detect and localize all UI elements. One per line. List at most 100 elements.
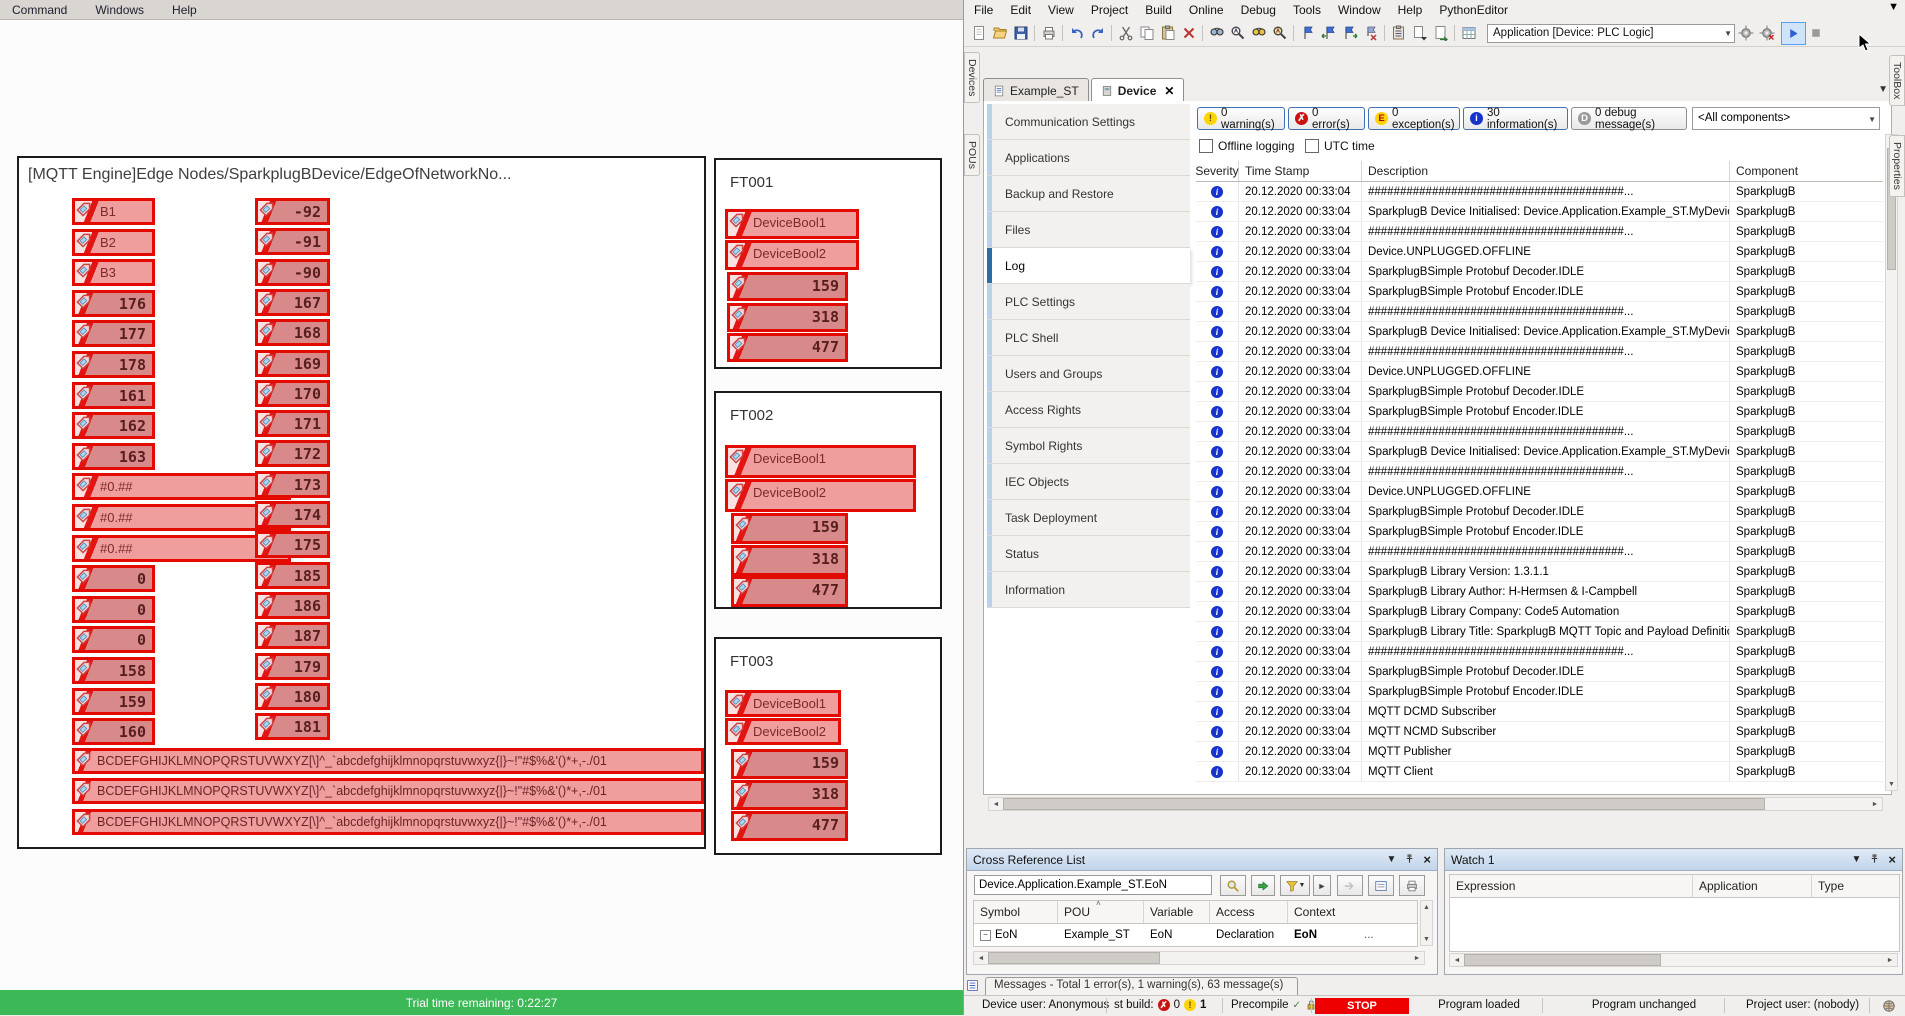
col-context[interactable]: Context — [1288, 901, 1388, 923]
log-row[interactable]: i20.12.2020 00:33:04SparkplugBSimple Pro… — [1196, 522, 1883, 542]
tab-device[interactable]: Device✕ — [1091, 78, 1185, 102]
tag-col1-177[interactable]: 177 — [72, 320, 155, 347]
tag-col2-185[interactable]: 185 — [255, 562, 330, 589]
log-row[interactable]: i20.12.2020 00:33:04SparkplugB Library C… — [1196, 602, 1883, 622]
log-row[interactable]: i20.12.2020 00:33:04SparkplugB Library T… — [1196, 622, 1883, 642]
bookmark-prev-icon[interactable] — [1318, 24, 1339, 43]
tag-col2-172[interactable]: 172 — [255, 440, 330, 467]
log-filter-warning[interactable]: !0 warning(s) — [1197, 107, 1285, 130]
cross-reference-hscrollbar[interactable]: ◄ ► — [973, 951, 1425, 965]
menu-view[interactable]: View — [1048, 3, 1074, 17]
tag-col2-179[interactable]: 179 — [255, 653, 330, 680]
watch-hscrollbar[interactable]: ◄ ► — [1449, 953, 1898, 967]
checkbox-icon[interactable] — [1305, 139, 1319, 153]
tag-col2-175[interactable]: 175 — [255, 531, 330, 558]
login-gear-icon[interactable] — [1735, 24, 1756, 43]
tab-example_st[interactable]: Example_ST — [983, 78, 1089, 102]
bookmark-toggle-icon[interactable] — [1297, 24, 1318, 43]
close-icon[interactable]: × — [1423, 852, 1431, 867]
tag-col1-178[interactable]: 178 — [72, 351, 155, 378]
log-row[interactable]: i20.12.2020 00:33:04####################… — [1196, 422, 1883, 442]
side-tab-properties[interactable]: Properties — [1889, 135, 1905, 197]
tag-col1-B2[interactable]: B2 — [72, 229, 155, 256]
open-project-icon[interactable] — [989, 24, 1010, 43]
menu-tools[interactable]: Tools — [1293, 3, 1321, 17]
tag-col1-159[interactable]: 159 — [72, 688, 155, 715]
pin-icon[interactable] — [1869, 853, 1880, 867]
col-timestamp[interactable]: Time Stamp — [1239, 161, 1362, 181]
tag-ft003-value[interactable]: 477 — [731, 811, 848, 841]
log-row[interactable]: i20.12.2020 00:33:04SparkplugB Device In… — [1196, 322, 1883, 342]
tag-col1-160[interactable]: 160 — [72, 718, 155, 745]
pin-icon[interactable] — [1404, 853, 1415, 867]
paste-icon[interactable] — [1157, 24, 1178, 43]
cross-reference-search-input[interactable]: Device.Application.Example_ST.EoN — [974, 875, 1212, 895]
tag-col1-161[interactable]: 161 — [72, 382, 155, 409]
scroll-left-icon[interactable]: ◄ — [989, 801, 1003, 808]
col-symbol[interactable]: Symbol — [974, 901, 1058, 923]
tag-ft003-value[interactable]: 318 — [731, 780, 848, 810]
offline-logging-checkbox[interactable]: Offline logging — [1199, 139, 1295, 153]
cross-reference-row[interactable]: −EoN Example_ST EoN Declaration EoN ... — [974, 924, 1417, 946]
tag-ft002-value[interactable]: 318 — [731, 545, 848, 576]
col-variable[interactable]: Variable — [1144, 901, 1210, 923]
tag-ascii-row[interactable]: BCDEFGHIJKLMNOPQRSTUVWXYZ[\]^_`abcdefghi… — [72, 778, 704, 804]
tag-col2--91[interactable]: -91 — [255, 228, 330, 255]
logout-gear-icon[interactable] — [1756, 24, 1777, 43]
tag-ft003-devicebool2[interactable]: DeviceBool2 — [725, 718, 841, 745]
tag-col2-170[interactable]: 170 — [255, 380, 330, 407]
log-table-header[interactable]: Severity Time Stamp Description Componen… — [1196, 161, 1883, 182]
nav-item-users-and-groups[interactable]: Users and Groups — [987, 356, 1190, 392]
scroll-up-icon[interactable]: ▲ — [1421, 901, 1432, 913]
side-tab-toolbox[interactable]: ToolBox — [1889, 55, 1905, 106]
nav-item-plc-shell[interactable]: PLC Shell — [987, 320, 1190, 356]
log-row[interactable]: i20.12.2020 00:33:04Device.UNPLUGGED.OFF… — [1196, 482, 1883, 502]
tag-col2-169[interactable]: 169 — [255, 350, 330, 377]
delete-icon[interactable] — [1178, 24, 1199, 43]
close-tab-icon[interactable]: ✕ — [1164, 84, 1174, 98]
tag-col2-167[interactable]: 167 — [255, 289, 330, 316]
col-expression[interactable]: Expression — [1450, 875, 1693, 897]
log-filter-debug[interactable]: D0 debug message(s) — [1571, 107, 1687, 130]
nav-item-files[interactable]: Files — [987, 212, 1190, 248]
log-row[interactable]: i20.12.2020 00:33:04SparkplugB Library A… — [1196, 582, 1883, 602]
menu-project[interactable]: Project — [1091, 3, 1128, 17]
menu-command[interactable]: Command — [12, 3, 67, 17]
nav-item-log[interactable]: Log — [987, 248, 1190, 284]
menu-help[interactable]: Help — [1398, 3, 1423, 17]
log-row[interactable]: i20.12.2020 00:33:04SparkplugBSimple Pro… — [1196, 682, 1883, 702]
panel-menu-caret-icon[interactable]: ▼ — [1852, 854, 1862, 865]
clipboard-list-icon[interactable] — [1388, 24, 1409, 43]
tag-col1-0[interactable]: 0 — [72, 626, 155, 653]
tag-ft001-devicebool1[interactable]: DeviceBool1 — [725, 209, 859, 239]
log-row[interactable]: i20.12.2020 00:33:04SparkplugBSimple Pro… — [1196, 662, 1883, 682]
log-row[interactable]: i20.12.2020 00:33:04SparkplugB Device In… — [1196, 442, 1883, 462]
log-filter-information[interactable]: i30 information(s) — [1463, 107, 1568, 130]
tag-ft001-value[interactable]: 477 — [727, 333, 848, 362]
log-row[interactable]: i20.12.2020 00:33:04####################… — [1196, 342, 1883, 362]
save-icon[interactable] — [1010, 24, 1031, 43]
menu-pythoneditor[interactable]: PythonEditor — [1439, 3, 1508, 17]
find-icon[interactable] — [1206, 24, 1227, 43]
new-file-icon[interactable] — [968, 24, 989, 43]
export-object-icon[interactable] — [1430, 24, 1451, 43]
tag-col1-0[interactable]: 0 — [72, 596, 155, 623]
messages-tab[interactable]: Messages - Total 1 error(s), 1 warning(s… — [985, 977, 1298, 995]
tag-ft002-value[interactable]: 159 — [731, 513, 848, 544]
checkbox-icon[interactable] — [1199, 139, 1213, 153]
filter-button[interactable]: ▼ — [1280, 875, 1310, 896]
tag-col1-163[interactable]: 163 — [72, 443, 155, 470]
log-row[interactable]: i20.12.2020 00:33:04SparkplugB Library V… — [1196, 562, 1883, 582]
find-in-project-icon[interactable] — [1248, 24, 1269, 43]
scroll-thumb[interactable] — [1464, 954, 1661, 966]
cut-icon[interactable] — [1115, 24, 1136, 43]
log-row[interactable]: i20.12.2020 00:33:04####################… — [1196, 542, 1883, 562]
menu-online[interactable]: Online — [1189, 3, 1224, 17]
scroll-down-icon[interactable]: ▼ — [1886, 778, 1897, 790]
tag-col1-B3[interactable]: B3 — [72, 259, 155, 286]
incremental-search-icon[interactable] — [1227, 24, 1248, 43]
scroll-right-icon[interactable]: ► — [1410, 955, 1424, 962]
log-row[interactable]: i20.12.2020 00:33:04Device.UNPLUGGED.OFF… — [1196, 242, 1883, 262]
scroll-left-icon[interactable]: ◄ — [1450, 957, 1464, 964]
close-icon[interactable]: × — [1888, 852, 1896, 867]
